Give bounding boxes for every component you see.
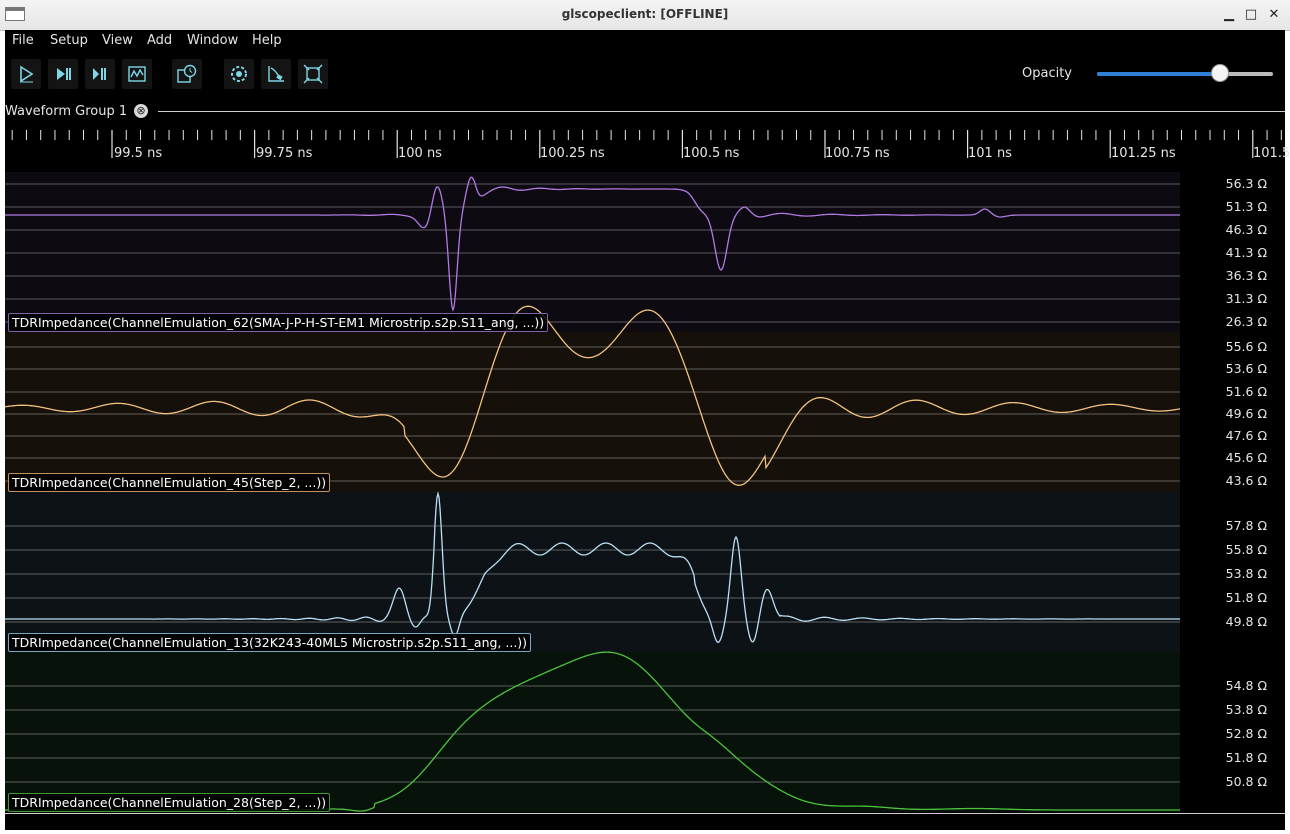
timeline-tick-label: 101.25 ns: [1111, 146, 1176, 161]
status-divider: [5, 813, 1285, 814]
y-axis-tick-label: 47.6 Ω: [1225, 428, 1267, 443]
menu-setup[interactable]: Setup: [50, 33, 88, 48]
waveform-area[interactable]: 56.3 Ω 51.3 Ω 46.3 Ω 41.3 Ω 36.3 Ω 31.3 Ω 26.3…: [5, 172, 1285, 812]
y-axis-tick-label: 49.6 Ω: [1225, 406, 1267, 421]
window-title: glscopeclient: [OFFLINE]: [561, 7, 729, 21]
timeline-ruler[interactable]: 99.5 ns 99.75 ns 100 ns 100.25 ns 100.5 …: [5, 130, 1290, 170]
main-window: File Setup View Add Window Help Opacity …: [5, 30, 1290, 830]
menu-bar: File Setup View Add Window Help: [5, 30, 1285, 52]
channel-label-13[interactable]: TDRImpedance(ChannelEmulation_13(32K243-…: [8, 633, 532, 652]
ruler-ticks: [11, 130, 1282, 158]
channel-label-28[interactable]: TDRImpedance(ChannelEmulation_28(Step_2,…: [8, 793, 331, 812]
menu-window[interactable]: Window: [187, 33, 238, 48]
y-axis-tick-label: 57.8 Ω: [1225, 518, 1267, 533]
y-axis-tick-label: 56.3 Ω: [1225, 176, 1267, 191]
channel-label-45[interactable]: TDRImpedance(ChannelEmulation_45(Step_2,…: [8, 473, 331, 492]
y-axis-tick-label: 53.6 Ω: [1225, 361, 1267, 376]
history-icon: [177, 64, 197, 83]
opacity-slider[interactable]: [1097, 64, 1273, 82]
y-axis-tick-label: 31.3 Ω: [1225, 291, 1267, 306]
timeline-tick-label: 101 ns: [968, 146, 1012, 161]
waveform-plot: [5, 172, 1181, 812]
clear-sweeps-icon: [268, 66, 284, 82]
clear-sweeps-button[interactable]: [261, 59, 291, 89]
tab-close-icon[interactable]: ⊗: [134, 104, 148, 118]
waveform-group-tabs: Waveform Group 1 ⊗: [5, 98, 1285, 124]
maximize-button[interactable]: □: [1241, 5, 1261, 25]
menu-help[interactable]: Help: [252, 33, 282, 48]
y-axis-tick-label: 51.8 Ω: [1225, 750, 1267, 765]
fullscreen-button[interactable]: [298, 59, 328, 89]
y-axis-tick-label: 46.3 Ω: [1225, 222, 1267, 237]
timeline-tick-label: 100.75 ns: [825, 146, 890, 161]
stop-trigger-icon: [128, 66, 146, 82]
y-axis-tick-label: 53.8 Ω: [1225, 566, 1267, 581]
close-button[interactable]: ✕: [1264, 5, 1284, 25]
y-axis-tick-label: 51.8 Ω: [1225, 590, 1267, 605]
menu-view[interactable]: View: [102, 33, 133, 48]
channel-label-62[interactable]: TDRImpedance(ChannelEmulation_62(SMA-J-P…: [8, 313, 549, 332]
y-axis-tick-label: 53.8 Ω: [1225, 702, 1267, 717]
tab-waveform-group-1[interactable]: Waveform Group 1: [5, 104, 127, 119]
title-bar: glscopeclient: [OFFLINE] ▁ □ ✕: [0, 0, 1290, 31]
y-axis-tick-label: 51.3 Ω: [1225, 199, 1267, 214]
stop-trigger-button[interactable]: [122, 59, 152, 89]
y-axis-tick-label: 41.3 Ω: [1225, 245, 1267, 260]
timeline-tick-label: 100.5 ns: [683, 146, 740, 161]
timeline-tick-label: 100 ns: [398, 146, 442, 161]
timeline-tick-label: 99.75 ns: [256, 146, 313, 161]
single-trigger-icon: [57, 68, 71, 80]
y-axis-tick-label: 36.3 Ω: [1225, 268, 1267, 283]
minimize-button[interactable]: ▁: [1219, 5, 1239, 25]
menu-file[interactable]: File: [12, 33, 34, 48]
y-axis-tick-label: 51.6 Ω: [1225, 384, 1267, 399]
fullscreen-icon: [303, 64, 323, 84]
timeline-tick-label: 99.5 ns: [114, 146, 163, 161]
y-axis-tick-label: 55.6 Ω: [1225, 339, 1267, 354]
y-axis-tick-label: 26.3 Ω: [1225, 314, 1267, 329]
force-trigger-icon: [93, 68, 106, 80]
menu-add[interactable]: Add: [147, 33, 172, 48]
refresh-settings-icon: [231, 66, 247, 82]
toolbar: Opacity: [5, 54, 1285, 94]
y-axis-tick-label: 43.6 Ω: [1225, 473, 1267, 488]
y-axis-tick-label: 52.8 Ω: [1225, 726, 1267, 741]
opacity-label: Opacity: [1022, 66, 1073, 81]
single-trigger-button[interactable]: [48, 59, 78, 89]
history-button[interactable]: [172, 59, 202, 89]
channel-3-background: [5, 492, 1180, 652]
refresh-settings-button[interactable]: [224, 59, 254, 89]
channel-1-background: [5, 172, 1180, 332]
timeline-tick-label: 101.5: [1253, 146, 1290, 161]
y-axis-tick-label: 55.8 Ω: [1225, 542, 1267, 557]
force-trigger-button[interactable]: [85, 59, 115, 89]
y-axis-tick-label: 49.8 Ω: [1225, 614, 1267, 629]
y-axis-tick-label: 45.6 Ω: [1225, 450, 1267, 465]
timeline-tick-label: 100.25 ns: [540, 146, 605, 161]
channel-4-background: [5, 652, 1180, 812]
y-axis-tick-label: 50.8 Ω: [1225, 774, 1267, 789]
opacity-slider-fill: [1097, 72, 1221, 76]
start-trigger-button[interactable]: [11, 59, 41, 89]
channel-2-background: [5, 332, 1180, 492]
y-axis-tick-label: 54.8 Ω: [1225, 678, 1267, 693]
tab-divider: [158, 111, 1285, 112]
start-trigger-icon: [20, 65, 34, 83]
